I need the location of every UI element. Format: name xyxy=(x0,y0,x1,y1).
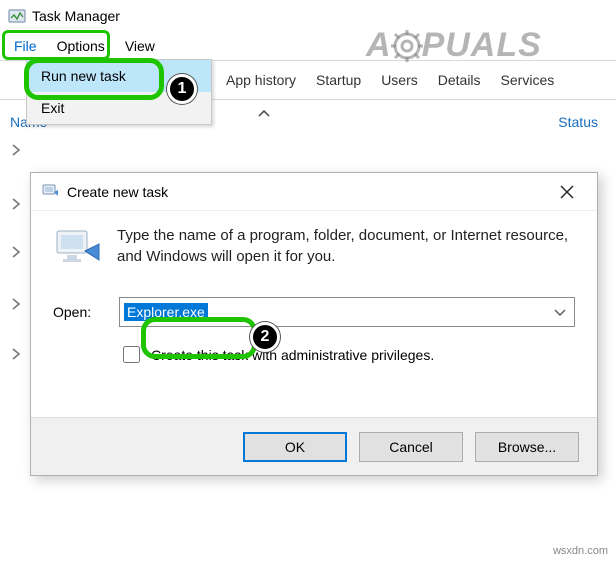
dialog-button-row: OK Cancel Browse... xyxy=(31,417,597,475)
annotation-badge-1: 1 xyxy=(167,74,197,104)
source-credit: wsxdn.com xyxy=(553,545,608,557)
window-titlebar: Task Manager xyxy=(0,0,616,32)
tabs: App history Startup Users Details Servic… xyxy=(216,61,564,99)
close-icon xyxy=(560,185,574,199)
column-status[interactable]: Status xyxy=(558,114,598,130)
admin-label: Create this task with administrative pri… xyxy=(151,347,434,363)
collapse-chevron-icon[interactable] xyxy=(250,104,278,122)
dialog-prompt-text: Type the name of a program, folder, docu… xyxy=(117,225,575,267)
dialog-title: Create new task xyxy=(67,184,168,200)
dialog-titlebar: Create new task xyxy=(31,173,597,211)
expand-chevron-icon[interactable] xyxy=(8,342,24,366)
browse-button[interactable]: Browse... xyxy=(475,432,579,462)
admin-checkbox[interactable] xyxy=(123,346,140,363)
tab-app-history[interactable]: App history xyxy=(216,72,306,88)
chevron-down-icon[interactable] xyxy=(552,304,568,320)
open-label: Open: xyxy=(53,304,103,320)
open-value: Explorer.exe xyxy=(124,303,208,321)
create-new-task-dialog: Create new task Type the name of a progr… xyxy=(30,172,598,476)
tab-startup[interactable]: Startup xyxy=(306,72,371,88)
menu-view[interactable]: View xyxy=(115,35,165,57)
close-button[interactable] xyxy=(547,177,587,207)
menubar: File Options View xyxy=(0,32,616,60)
window-title: Task Manager xyxy=(32,8,120,24)
open-combobox[interactable]: Explorer.exe xyxy=(119,297,575,327)
annotation-badge-2: 2 xyxy=(250,322,280,352)
tabs-row: Run new task Exit App history Startup Us… xyxy=(0,60,616,100)
menu-options[interactable]: Options xyxy=(47,35,115,57)
tab-details[interactable]: Details xyxy=(428,72,491,88)
menu-file[interactable]: File xyxy=(4,35,47,57)
expand-chevron-icon[interactable] xyxy=(8,240,24,264)
dialog-body: Type the name of a program, folder, docu… xyxy=(31,211,597,366)
tab-users[interactable]: Users xyxy=(371,72,428,88)
cancel-button[interactable]: Cancel xyxy=(359,432,463,462)
task-manager-icon xyxy=(8,7,26,25)
run-prompt-icon xyxy=(53,225,101,269)
expand-chevron-icon[interactable] xyxy=(8,192,24,216)
tab-services[interactable]: Services xyxy=(491,72,565,88)
ok-button[interactable]: OK xyxy=(243,432,347,462)
run-dialog-icon xyxy=(41,181,59,202)
expand-chevron-icon[interactable] xyxy=(8,138,24,162)
expand-chevron-icon[interactable] xyxy=(8,292,24,316)
